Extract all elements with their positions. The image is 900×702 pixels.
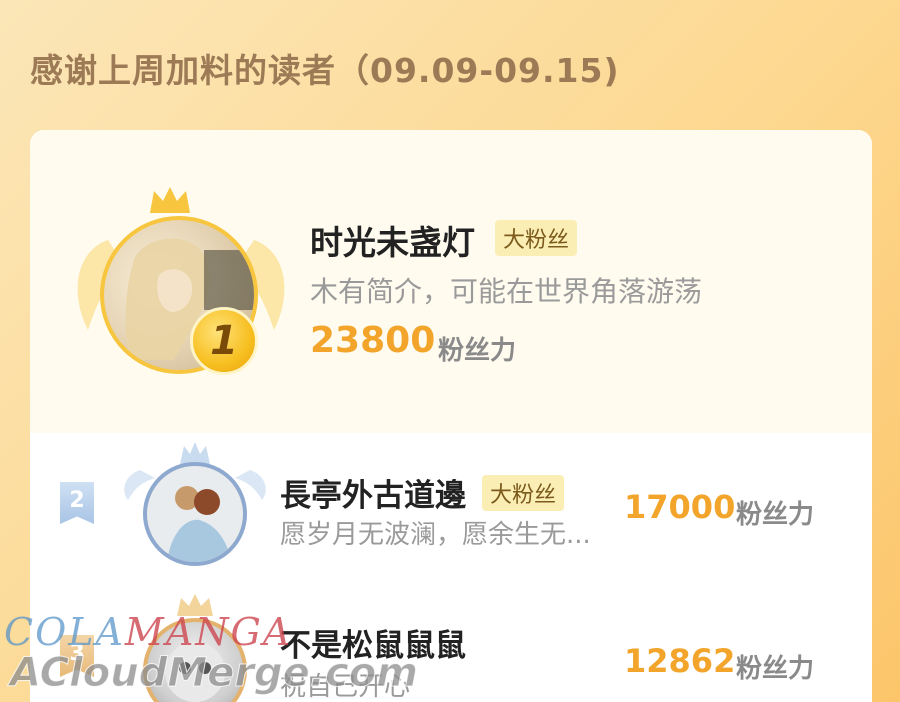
fan-badge: 大粉丝 [495,220,578,256]
rank-badge: 1 [190,307,258,375]
watermark-line-2: ACloudMerge.com [10,650,419,697]
fan-score-unit: 粉丝力 [736,500,815,530]
crown-icon [150,187,190,213]
watermark-line-1: COLAMANGA [4,610,292,654]
reader-name[interactable]: 長亭外古道邊 [280,470,466,515]
page-title: 感谢上周加料的读者（09.09-09.15) [30,51,620,90]
reader-intro: 愿岁月无波澜，愿余生无... [280,520,591,550]
avatar[interactable] [143,462,247,566]
fan-score: 17000 [624,488,736,526]
reader-intro: 木有简介，可能在世界角落游荡 [310,275,703,308]
top-reader-section[interactable]: 1 时光未盏灯 大粉丝 木有简介，可能在世界角落游荡 23800 粉丝力 [30,130,872,433]
avatar-illustration-icon [147,466,243,562]
rank-flag: 2 [60,482,94,524]
reader-name[interactable]: 时光未盏灯 [310,216,475,264]
fan-score: 23800 [310,320,436,361]
fan-score-unit: 粉丝力 [736,654,815,684]
watermark-text-a: COLA [4,610,125,654]
watermark-text-b: MANGA [124,610,293,654]
fan-score: 12862 [624,642,736,680]
fan-score-unit: 粉丝力 [438,336,517,366]
fan-badge: 大粉丝 [482,475,565,511]
